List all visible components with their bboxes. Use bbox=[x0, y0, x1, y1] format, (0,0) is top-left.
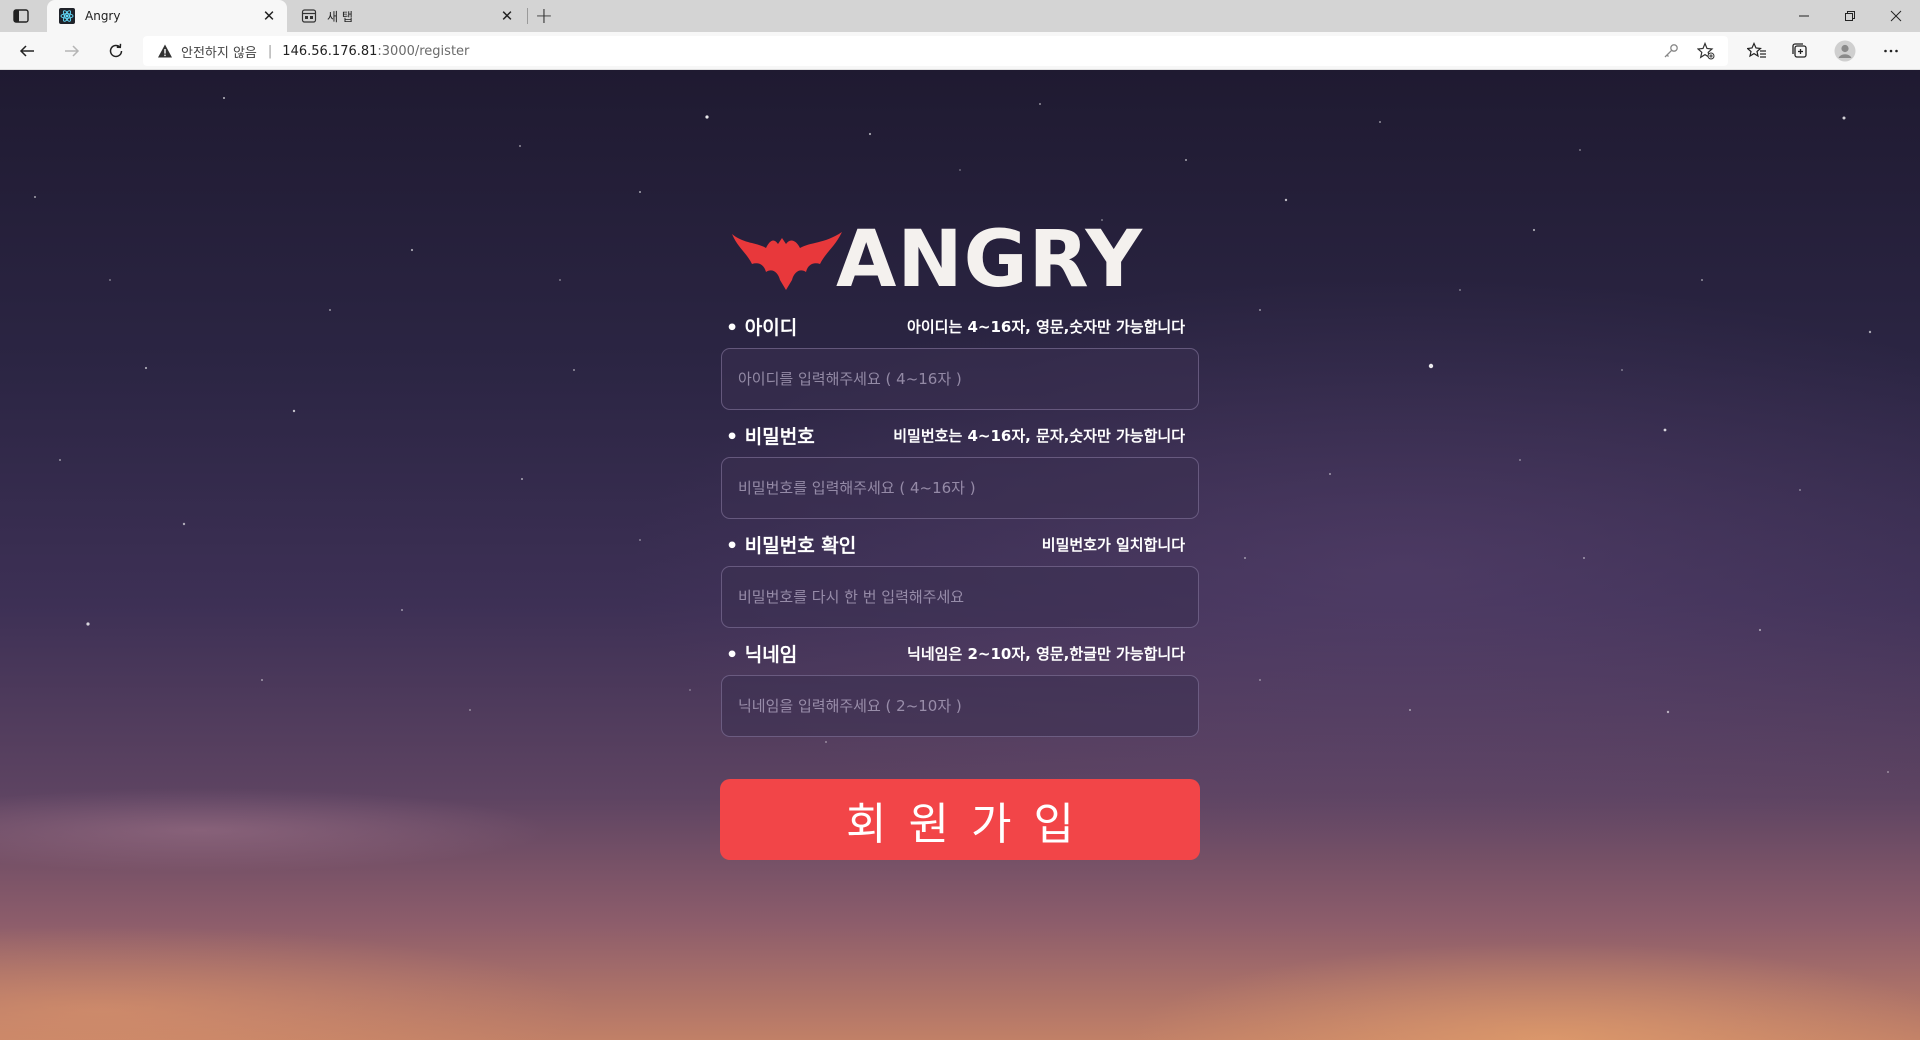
restore-icon[interactable] bbox=[1827, 0, 1873, 32]
forward-arrow-icon[interactable] bbox=[58, 37, 86, 65]
password-confirm-hint: 비밀번호가 일치합니다 bbox=[1041, 536, 1185, 554]
logo-text: ANGRY bbox=[836, 215, 1143, 305]
key-icon[interactable] bbox=[1662, 42, 1680, 60]
password-hint: 비밀번호는 4~16자, 문자,숫자만 가능합니다 bbox=[893, 427, 1185, 445]
nickname-label: • 닉네임 bbox=[726, 644, 798, 666]
address-bar[interactable]: 안전하지 않음 | 146.56.176.81:3000/register bbox=[143, 36, 1728, 66]
id-label: • 아이디 bbox=[726, 317, 798, 339]
address-divider: | bbox=[267, 43, 273, 59]
url-path: :3000/register bbox=[377, 43, 470, 59]
tab-title: Angry bbox=[85, 9, 121, 23]
close-window-icon[interactable] bbox=[1873, 0, 1919, 32]
tab-strip: Angry ✕ 새 탭 ✕ + bbox=[0, 0, 1920, 32]
password-confirm-input[interactable] bbox=[721, 566, 1199, 628]
id-hint: 아이디는 4~16자, 영문,숫자만 가능합니다 bbox=[907, 318, 1185, 336]
collections-icon[interactable] bbox=[1786, 37, 1814, 65]
favorites-list-icon[interactable] bbox=[1743, 37, 1771, 65]
tab-actions-icon[interactable] bbox=[12, 7, 30, 25]
register-page: ANGRY • 아이디 아이디는 4~16자, 영문,숫자만 가능합니다 • 비… bbox=[0, 70, 1920, 1040]
password-confirm-label: • 비밀번호 확인 bbox=[726, 535, 857, 557]
tab-divider bbox=[527, 8, 528, 24]
url-host: 146.56.176.81 bbox=[282, 43, 378, 59]
tab-title: 새 탭 bbox=[327, 9, 353, 24]
close-tab-icon[interactable]: ✕ bbox=[259, 6, 279, 26]
minimize-icon[interactable] bbox=[1781, 0, 1827, 32]
more-options-icon[interactable] bbox=[1877, 37, 1905, 65]
password-input[interactable] bbox=[721, 457, 1199, 519]
close-tab-icon[interactable]: ✕ bbox=[497, 6, 517, 26]
browser-toolbar: 안전하지 않음 | 146.56.176.81:3000/register bbox=[0, 32, 1920, 70]
new-tab-plus-icon[interactable]: + bbox=[532, 4, 556, 29]
angry-logo: ANGRY bbox=[730, 220, 1180, 300]
new-tab-page-icon bbox=[301, 8, 317, 24]
profile-avatar-icon[interactable] bbox=[1831, 37, 1859, 65]
nickname-hint: 닉네임은 2~10자, 영문,한글만 가능합니다 bbox=[907, 645, 1185, 663]
bat-logo-icon bbox=[732, 232, 842, 290]
security-status-label: 안전하지 않음 bbox=[181, 45, 257, 61]
id-input[interactable] bbox=[721, 348, 1199, 410]
back-arrow-icon[interactable] bbox=[13, 37, 41, 65]
add-favorite-star-icon[interactable] bbox=[1696, 41, 1715, 60]
tab-angry[interactable]: Angry ✕ bbox=[47, 0, 287, 32]
password-label: • 비밀번호 bbox=[726, 426, 815, 448]
tab-new-tab[interactable]: 새 탭 ✕ bbox=[289, 0, 525, 32]
register-submit-button[interactable]: 회원가입 bbox=[720, 779, 1200, 860]
url-text[interactable]: 146.56.176.81:3000/register bbox=[282, 44, 469, 59]
refresh-icon[interactable] bbox=[102, 37, 130, 65]
react-favicon-icon bbox=[59, 8, 75, 24]
warning-icon[interactable] bbox=[157, 43, 173, 59]
nickname-input[interactable] bbox=[721, 675, 1199, 737]
